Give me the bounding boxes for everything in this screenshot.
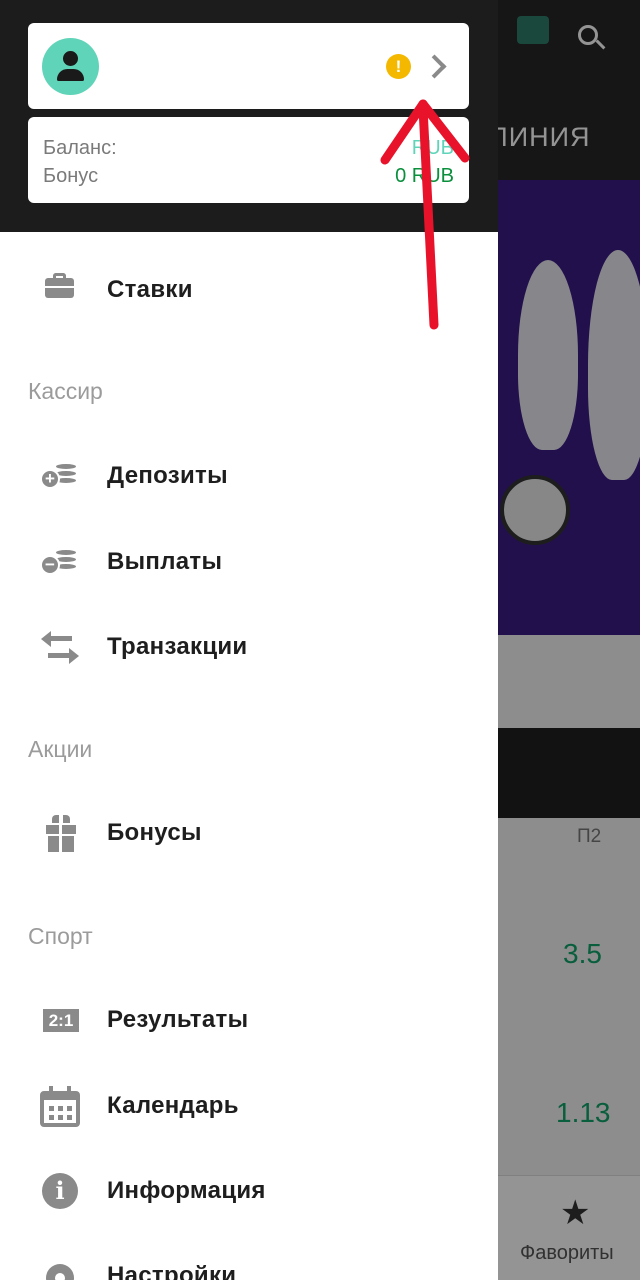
menu-item-label: Календарь: [107, 1092, 239, 1119]
avatar: [42, 38, 99, 95]
menu-item-label: Депозиты: [107, 462, 228, 489]
gift-icon: [38, 813, 82, 853]
menu-item-bets[interactable]: Ставки: [0, 255, 498, 325]
bonus-label: Бонус: [43, 165, 99, 187]
chevron-right-icon[interactable]: [424, 53, 450, 79]
info-icon: i: [38, 1171, 82, 1211]
menu-item-label: Выплаты: [107, 548, 223, 575]
section-cashier: Кассир: [28, 378, 103, 404]
swap-arrows-icon: [38, 627, 82, 667]
gear-icon: [38, 1256, 82, 1280]
menu-item-information[interactable]: i Информация: [0, 1156, 498, 1226]
profile-card[interactable]: !: [28, 23, 469, 109]
scoreboard-icon: 2:1: [38, 1000, 82, 1040]
menu-item-label: Результаты: [107, 1006, 249, 1033]
menu-item-payouts[interactable]: − Выплаты: [0, 527, 498, 597]
menu-item-transactions[interactable]: Транзакции: [0, 612, 498, 682]
menu-item-label: Информация: [107, 1177, 266, 1204]
navigation-drawer: ! Баланс: RUB Бонус 0 RUB Ставки Кассир …: [0, 0, 498, 1280]
coins-plus-icon: +: [38, 456, 82, 496]
bonus-value: 0 RUB: [395, 165, 454, 187]
calendar-icon: [38, 1086, 82, 1127]
balance-card: Баланс: RUB Бонус 0 RUB: [28, 117, 469, 203]
menu-item-calendar[interactable]: Календарь: [0, 1071, 498, 1141]
menu-item-deposits[interactable]: + Депозиты: [0, 441, 498, 511]
coins-minus-icon: −: [38, 542, 82, 582]
menu-item-results[interactable]: 2:1 Результаты: [0, 985, 498, 1055]
drawer-header: ! Баланс: RUB Бонус 0 RUB: [0, 0, 498, 232]
menu-item-label: Настройки: [107, 1262, 237, 1280]
balance-label: Баланс:: [43, 137, 117, 159]
briefcase-icon: [38, 270, 82, 310]
section-promos: Акции: [28, 736, 93, 762]
menu-item-label: Ставки: [107, 276, 193, 303]
menu-item-label: Бонусы: [107, 819, 202, 846]
menu-item-label: Транзакции: [107, 633, 248, 660]
menu-item-bonuses[interactable]: Бонусы: [0, 798, 498, 868]
warning-icon: !: [386, 54, 411, 79]
menu-item-settings[interactable]: Настройки: [0, 1241, 498, 1280]
balance-value: RUB: [411, 137, 454, 159]
section-sport: Спорт: [28, 923, 93, 949]
